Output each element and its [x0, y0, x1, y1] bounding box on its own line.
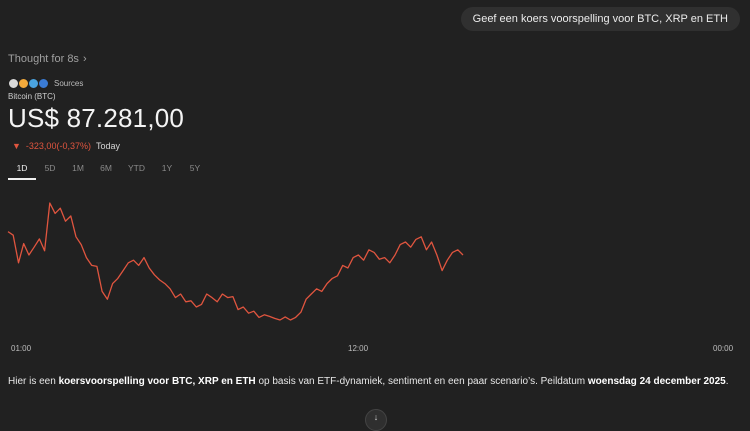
tab-1d[interactable]: 1D — [8, 163, 36, 180]
price-change: ▼ -323,00(-0,37%) Today — [12, 141, 120, 151]
price-line — [7, 202, 464, 321]
arrow-down-icon: ↓ — [373, 412, 379, 422]
sources-button[interactable]: Sources — [8, 78, 83, 89]
range-tabs: 1D 5D 1M 6M YTD 1Y 5Y — [8, 163, 209, 180]
text-segment: . — [725, 376, 729, 387]
bold-segment: koersvoorspelling voor BTC, XRP en ETH — [58, 376, 256, 387]
bold-date: woensdag 24 december 2025 — [587, 376, 726, 387]
down-arrow-icon: ▼ — [12, 141, 21, 151]
asset-name: Bitcoin (BTC) — [8, 92, 56, 101]
x-tick-0100: 01:00 — [11, 344, 32, 353]
user-message-bubble: Geef een koers voorspelling voor BTC, XR… — [460, 7, 740, 31]
thought-label: Thought for 8s — [8, 53, 79, 65]
change-period: Today — [95, 141, 120, 151]
tab-5d[interactable]: 5D — [36, 163, 64, 180]
tab-1y[interactable]: 1Y — [153, 163, 181, 180]
response-paragraph: Hier is een koersvoorspelling voor BTC, … — [8, 372, 738, 391]
thought-toggle[interactable]: Thought for 8s › — [8, 53, 87, 65]
text-segment: op basis van ETF-dynamiek, sentiment en … — [255, 376, 588, 387]
tab-6m[interactable]: 6M — [92, 163, 120, 180]
change-value: -323,00(-0,37%) — [25, 141, 91, 151]
x-tick-0000: 00:00 — [713, 344, 734, 353]
tab-ytd[interactable]: YTD — [120, 163, 153, 180]
price-chart[interactable] — [0, 195, 750, 340]
chevron-right-icon: › — [82, 53, 87, 65]
sources-label: Sources — [54, 79, 84, 88]
source-icon-4 — [38, 78, 49, 89]
asset-price: US$ 87.281,00 — [8, 103, 185, 133]
scroll-down-button[interactable]: ↓ — [365, 409, 387, 431]
tab-5y[interactable]: 5Y — [181, 163, 209, 180]
tab-1m[interactable]: 1M — [64, 163, 92, 180]
text-segment: Hier is een — [8, 376, 59, 387]
x-tick-1200: 12:00 — [348, 344, 369, 353]
